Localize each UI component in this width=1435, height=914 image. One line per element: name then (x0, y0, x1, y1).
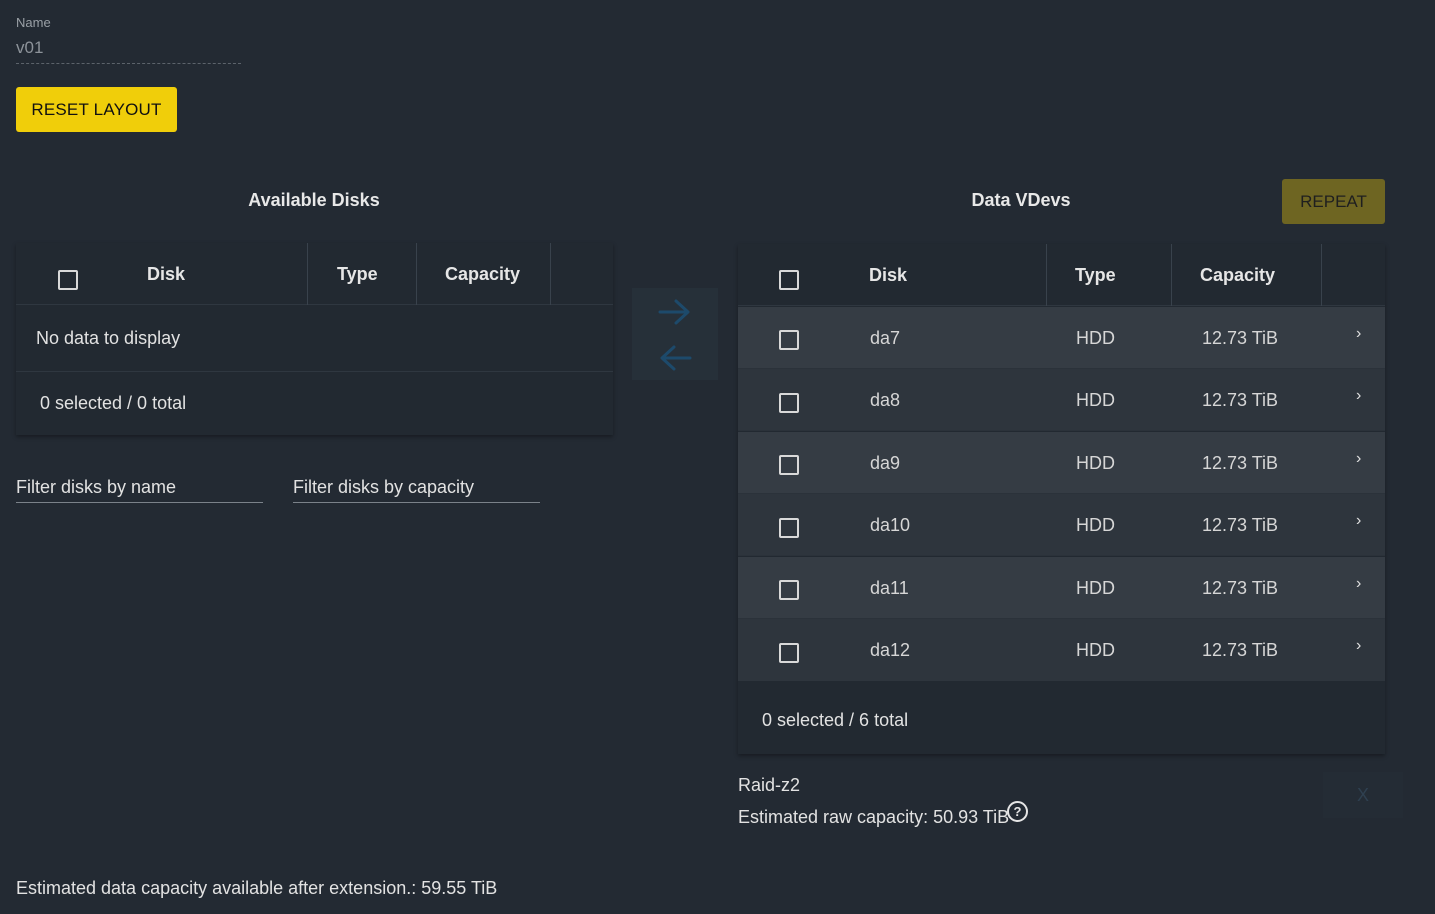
available-disks-title: Available Disks (248, 190, 380, 210)
chevron-right-icon[interactable]: › (1356, 575, 1361, 593)
select-all-checkbox[interactable] (58, 270, 78, 290)
chevron-right-icon[interactable]: › (1356, 512, 1361, 530)
column-divider (416, 243, 417, 305)
column-header-capacity[interactable]: Capacity (1200, 244, 1275, 306)
name-field-underline (16, 63, 241, 64)
disk-name: da9 (870, 452, 901, 473)
table-row[interactable]: da10 HDD 12.73 TiB › (738, 494, 1385, 556)
available-disks-table: Disk Type Capacity No data to display 0 … (16, 243, 613, 435)
table-row[interactable]: da9 HDD 12.73 TiB › (738, 432, 1385, 494)
disk-capacity: 12.73 TiB (1202, 514, 1279, 535)
column-header-type[interactable]: Type (337, 243, 378, 305)
select-all-checkbox[interactable] (779, 270, 799, 290)
empty-message: No data to display (16, 306, 613, 372)
filter-by-capacity-input[interactable] (293, 473, 540, 503)
data-vdevs-title: Data VDevs (971, 190, 1071, 210)
row-checkbox[interactable] (779, 330, 799, 350)
estimated-raw-capacity: Estimated raw capacity: 50.93 TiB (738, 807, 1010, 827)
row-checkbox[interactable] (779, 580, 799, 600)
disk-type: HDD (1076, 514, 1115, 535)
disk-type: HDD (1076, 577, 1115, 598)
disk-type: HDD (1076, 327, 1115, 348)
disk-name: da10 (870, 514, 911, 535)
chevron-right-icon[interactable]: › (1356, 387, 1361, 405)
selection-summary: 0 selected / 6 total (762, 710, 909, 730)
disk-capacity: 12.73 TiB (1202, 639, 1279, 660)
close-vdev-button[interactable]: X (1323, 772, 1403, 818)
disk-name: da12 (870, 639, 911, 660)
column-divider (1046, 244, 1047, 306)
column-divider (550, 243, 551, 305)
chevron-right-icon[interactable]: › (1356, 637, 1361, 655)
estimated-data-capacity: Estimated data capacity available after … (16, 878, 498, 898)
reset-layout-button[interactable]: RESET LAYOUT (16, 87, 177, 132)
table-row[interactable]: da8 HDD 12.73 TiB › (738, 369, 1385, 431)
move-left-arrow-icon[interactable] (658, 344, 692, 372)
selection-summary: 0 selected / 0 total (40, 393, 187, 413)
transfer-controls (632, 288, 718, 380)
disk-type: HDD (1076, 452, 1115, 473)
row-checkbox[interactable] (779, 455, 799, 475)
chevron-right-icon[interactable]: › (1356, 450, 1361, 468)
table-row[interactable]: da7 HDD 12.73 TiB › (738, 307, 1385, 369)
disk-name: da7 (870, 327, 901, 348)
disk-capacity: 12.73 TiB (1202, 389, 1279, 410)
filter-by-name-input[interactable] (16, 473, 263, 503)
table-header: Disk Type Capacity (16, 243, 613, 305)
column-divider (307, 243, 308, 305)
help-icon[interactable]: ? (1007, 801, 1028, 822)
column-header-disk[interactable]: Disk (869, 244, 907, 306)
disk-capacity: 12.73 TiB (1202, 452, 1279, 473)
data-vdevs-table: Disk Type Capacity da7 HDD 12.73 TiB › d… (738, 244, 1385, 754)
repeat-button[interactable]: REPEAT (1282, 179, 1385, 224)
column-divider (1171, 244, 1172, 306)
disk-type: HDD (1076, 639, 1115, 660)
table-row[interactable]: da11 HDD 12.73 TiB › (738, 557, 1385, 619)
column-header-capacity[interactable]: Capacity (445, 243, 520, 305)
disk-type: HDD (1076, 389, 1115, 410)
name-field: v01 (16, 38, 44, 57)
column-header-type[interactable]: Type (1075, 244, 1116, 306)
table-row[interactable]: da12 HDD 12.73 TiB › (738, 619, 1385, 681)
chevron-right-icon[interactable]: › (1356, 325, 1361, 343)
row-checkbox[interactable] (779, 518, 799, 538)
move-right-arrow-icon[interactable] (658, 298, 692, 326)
raid-type: Raid-z2 (738, 775, 801, 795)
disk-capacity: 12.73 TiB (1202, 577, 1279, 598)
table-header: Disk Type Capacity (738, 244, 1385, 306)
disk-name: da11 (870, 577, 909, 598)
column-header-disk[interactable]: Disk (147, 243, 185, 305)
row-checkbox[interactable] (779, 643, 799, 663)
name-label: Name (16, 15, 51, 30)
disk-capacity: 12.73 TiB (1202, 327, 1279, 348)
row-checkbox[interactable] (779, 393, 799, 413)
column-divider (1321, 244, 1322, 306)
disk-name: da8 (870, 389, 901, 410)
